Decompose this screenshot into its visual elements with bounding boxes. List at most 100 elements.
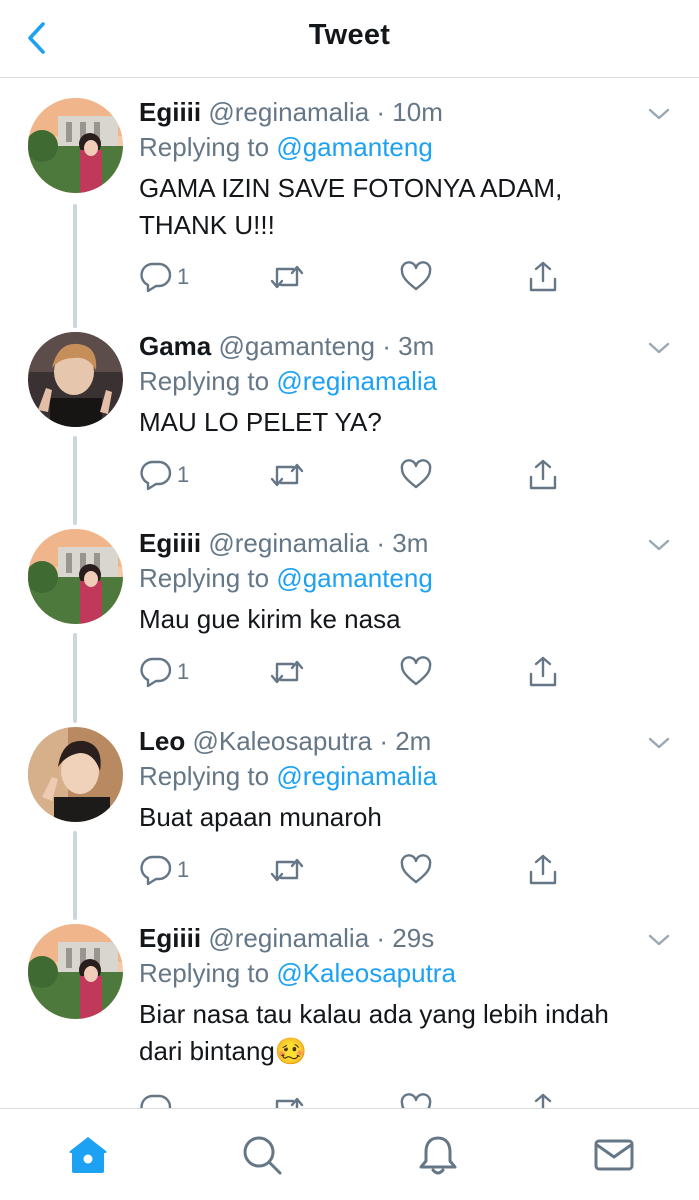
share-button[interactable] bbox=[527, 1092, 559, 1108]
tab-messages[interactable] bbox=[590, 1131, 638, 1179]
separator-dot: · bbox=[375, 331, 399, 361]
share-button[interactable] bbox=[527, 260, 559, 294]
replying-to-link[interactable]: @reginamalia bbox=[276, 761, 437, 791]
timestamp[interactable]: 3m bbox=[392, 528, 428, 558]
tweet-text: GAMA IZIN SAVE FOTONYA ADAM, THANK U!!! bbox=[139, 173, 563, 240]
author-name[interactable]: Egiiii bbox=[139, 923, 201, 953]
top-bar: Tweet bbox=[0, 0, 699, 78]
share-icon bbox=[529, 656, 557, 687]
tweet-thread[interactable]: Egiiii @reginamalia · 10m Replying to @g… bbox=[0, 78, 699, 1108]
replying-label: Replying to bbox=[139, 132, 270, 162]
heart-icon bbox=[400, 1093, 432, 1108]
replying-to-link[interactable]: @Kaleosaputra bbox=[276, 958, 456, 988]
author-name[interactable]: Egiiii bbox=[139, 528, 201, 558]
chevron-down-icon[interactable] bbox=[647, 537, 671, 553]
home-icon bbox=[69, 1137, 107, 1173]
author-name[interactable]: Egiiii bbox=[139, 97, 201, 127]
avatar[interactable] bbox=[28, 332, 123, 427]
tweet-text: Mau gue kirim ke nasa bbox=[139, 604, 401, 634]
chevron-down-icon[interactable] bbox=[647, 735, 671, 751]
heart-icon bbox=[400, 261, 432, 291]
author-handle[interactable]: @reginamalia bbox=[208, 923, 369, 953]
thread-line bbox=[73, 436, 77, 524]
retweet-button[interactable] bbox=[269, 853, 305, 887]
tab-home[interactable] bbox=[64, 1131, 112, 1179]
retweet-icon bbox=[270, 265, 304, 289]
replying-to-link[interactable]: @gamanteng bbox=[276, 563, 433, 593]
tab-search[interactable] bbox=[238, 1131, 286, 1179]
avatar[interactable] bbox=[28, 924, 123, 1019]
author-handle[interactable]: @reginamalia bbox=[208, 97, 369, 127]
separator-dot: · bbox=[369, 528, 393, 558]
thread-line bbox=[73, 519, 77, 525]
thread-line bbox=[73, 831, 77, 919]
reply-icon bbox=[140, 1094, 172, 1108]
reply-count: 1 bbox=[177, 857, 190, 882]
tweet[interactable]: Egiiii @reginamalia · 29s Replying to @K… bbox=[0, 914, 699, 1108]
tweet[interactable]: Egiiii @reginamalia · 3m Replying to @ga… bbox=[0, 519, 699, 721]
avatar[interactable] bbox=[28, 529, 123, 624]
like-button[interactable] bbox=[399, 853, 433, 887]
reply-icon bbox=[140, 460, 172, 491]
retweet-button[interactable] bbox=[269, 655, 305, 689]
bottom-tab-bar bbox=[0, 1108, 699, 1200]
reply-button[interactable]: 1 bbox=[139, 458, 189, 492]
tweet[interactable]: Egiiii @reginamalia · 10m Replying to @g… bbox=[0, 78, 699, 328]
reply-button[interactable]: 1 bbox=[139, 655, 189, 689]
author-handle[interactable]: @reginamalia bbox=[208, 528, 369, 558]
author-handle[interactable]: @gamanteng bbox=[219, 331, 376, 361]
retweet-icon bbox=[275, 1097, 304, 1108]
avatar[interactable] bbox=[28, 98, 123, 193]
chevron-down-icon[interactable] bbox=[647, 106, 671, 122]
retweet-button[interactable] bbox=[269, 1092, 305, 1108]
share-icon bbox=[529, 459, 557, 490]
like-button[interactable] bbox=[399, 458, 433, 492]
timestamp[interactable]: 3m bbox=[398, 331, 434, 361]
chevron-down-icon[interactable] bbox=[647, 340, 671, 356]
separator-dot: · bbox=[369, 923, 393, 953]
reply-button[interactable] bbox=[139, 1092, 177, 1108]
share-button[interactable] bbox=[527, 655, 559, 689]
replying-to-link[interactable]: @gamanteng bbox=[276, 132, 433, 162]
reply-icon bbox=[140, 855, 172, 886]
separator-dot: · bbox=[372, 726, 396, 756]
share-button[interactable] bbox=[527, 458, 559, 492]
search-icon bbox=[243, 1136, 282, 1175]
page-title: Tweet bbox=[308, 19, 391, 51]
timestamp[interactable]: 29s bbox=[392, 923, 434, 953]
thread-line bbox=[73, 204, 77, 328]
reply-button[interactable]: 1 bbox=[139, 260, 189, 294]
messages-icon bbox=[594, 1139, 634, 1171]
separator-dot: · bbox=[369, 97, 393, 127]
tweet[interactable]: Leo @Kaleosaputra · 2m Replying to @regi… bbox=[0, 717, 699, 919]
retweet-button[interactable] bbox=[269, 260, 305, 294]
replying-to-link[interactable]: @reginamalia bbox=[276, 366, 437, 396]
retweet-icon bbox=[270, 463, 304, 487]
tweet-text: MAU LO PELET YA? bbox=[139, 407, 382, 437]
tab-notifications[interactable] bbox=[414, 1131, 462, 1179]
tweet-text-content: Biar nasa tau kalau ada yang lebih indah… bbox=[139, 999, 609, 1066]
like-button[interactable] bbox=[399, 260, 433, 294]
author-handle[interactable]: @Kaleosaputra bbox=[192, 726, 372, 756]
like-button[interactable] bbox=[399, 1092, 433, 1108]
retweet-button[interactable] bbox=[269, 458, 305, 492]
tweet[interactable]: Gama @gamanteng · 3m Replying to @regina… bbox=[0, 322, 699, 524]
share-button[interactable] bbox=[527, 853, 559, 887]
timestamp[interactable]: 10m bbox=[392, 97, 443, 127]
reply-button[interactable]: 1 bbox=[139, 853, 189, 887]
woozy-face-emoji: 🥴 bbox=[274, 1036, 308, 1066]
avatar[interactable] bbox=[28, 727, 123, 822]
tweet-text: Biar nasa tau kalau ada yang lebih indah… bbox=[139, 996, 629, 1070]
share-icon bbox=[534, 1093, 552, 1108]
chevron-down-icon[interactable] bbox=[647, 932, 671, 948]
retweet-icon bbox=[270, 858, 304, 882]
reply-count: 1 bbox=[177, 264, 190, 289]
reply-count: 1 bbox=[177, 659, 190, 684]
replying-label: Replying to bbox=[139, 958, 270, 988]
author-name[interactable]: Gama bbox=[139, 331, 211, 361]
reply-icon bbox=[140, 657, 172, 688]
thread-line bbox=[73, 633, 77, 721]
author-name[interactable]: Leo bbox=[139, 726, 185, 756]
like-button[interactable] bbox=[399, 655, 433, 689]
timestamp[interactable]: 2m bbox=[395, 726, 431, 756]
